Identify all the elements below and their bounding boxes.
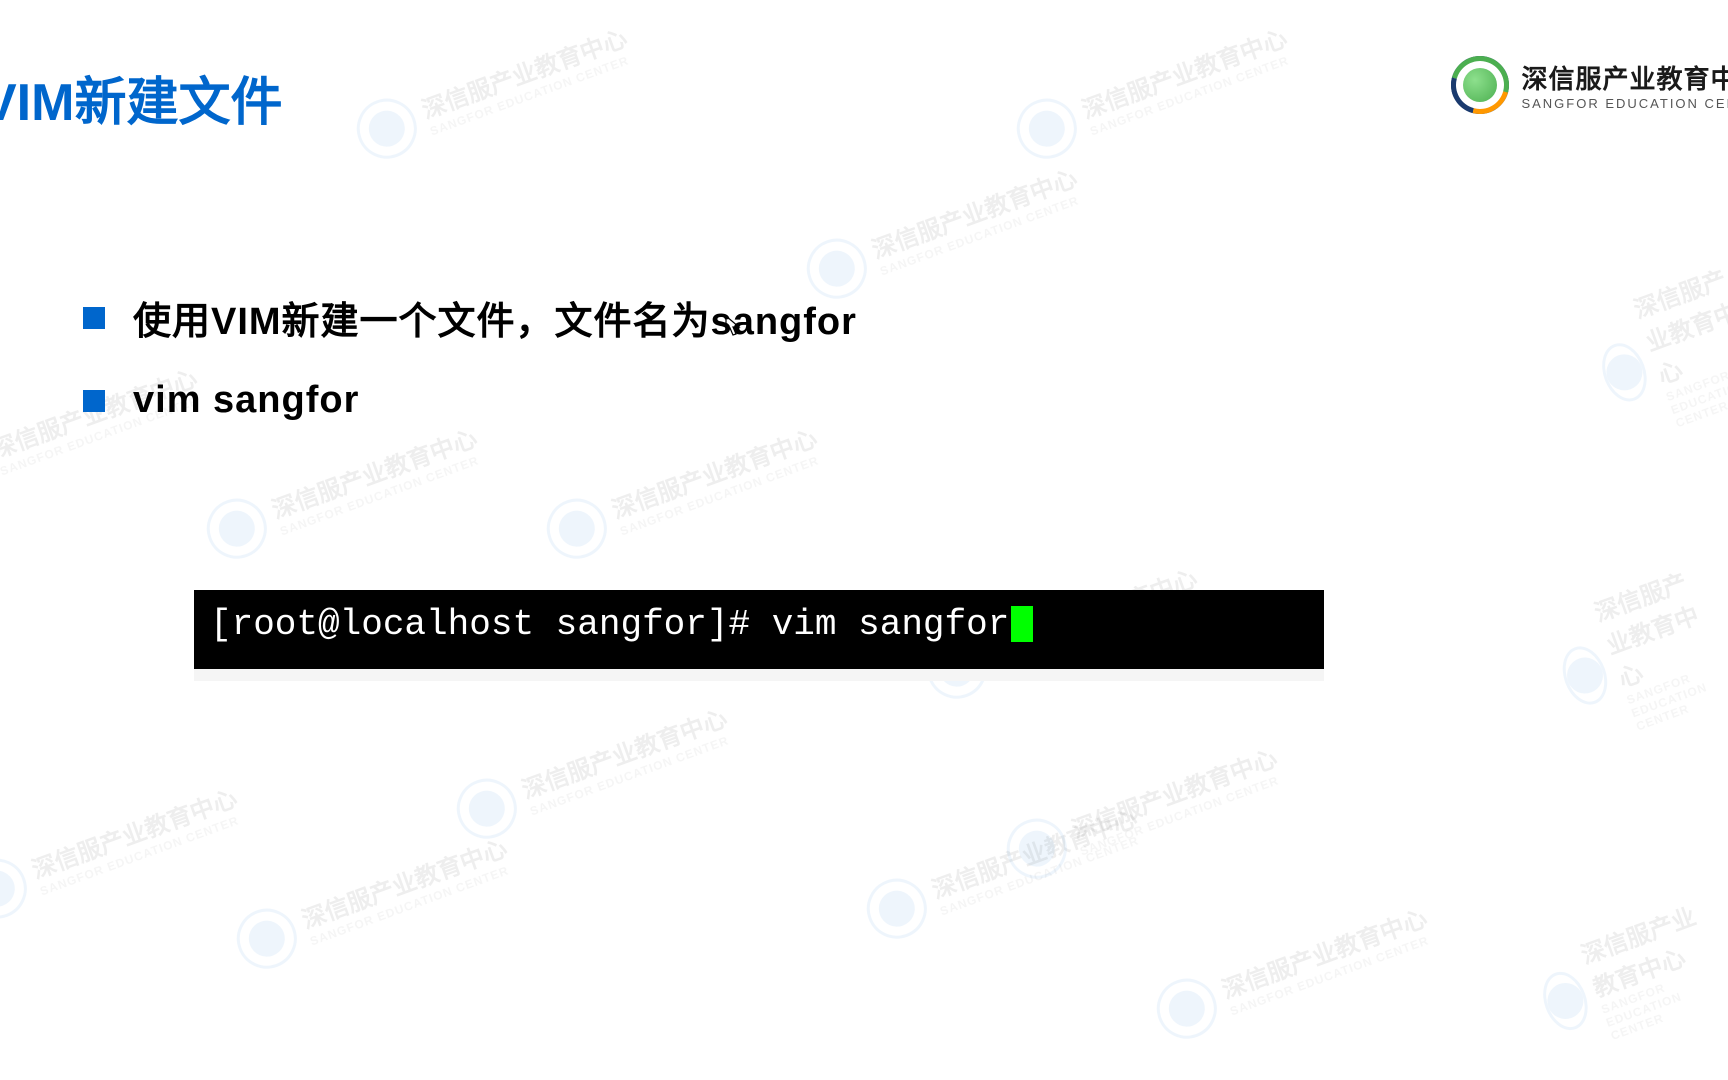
watermark: 深信服产业教育中心SANGFOR EDUCATION CENTER	[858, 793, 1147, 947]
bullet-text: vim sangfor	[133, 379, 359, 422]
watermark: 深信服产业教育中心SANGFOR EDUCATION CENTER	[448, 693, 737, 847]
terminal-block: [root@localhost sangfor]# vim sangfor	[194, 590, 1324, 681]
content-area: 使用VIM新建一个文件，文件名为sangfor vim sangfor	[83, 290, 1668, 456]
brand-subtitle: SANGFOR EDUCATION CEN	[1521, 96, 1728, 111]
terminal-command: vim sangfor	[772, 604, 1010, 645]
bullet-item: 使用VIM新建一个文件，文件名为sangfor	[83, 290, 1668, 345]
brand-title: 深信服产业教育中	[1521, 59, 1728, 96]
watermark: 深信服产业教育中心SANGFOR EDUCATION CENTER	[998, 733, 1287, 887]
watermark: 深信服产业教育中心SANGFOR EDUCATION CENTER	[228, 823, 517, 977]
watermark: 深信服产业教育中心SANGFOR EDUCATION CENTER	[1527, 891, 1728, 1061]
watermark: 深信服产业教育中心SANGFOR EDUCATION CENTER	[1008, 13, 1297, 167]
bullet-text: 使用VIM新建一个文件，文件名为sangfor	[133, 290, 857, 345]
watermark: 深信服产业教育中心SANGFOR EDUCATION CENTER	[348, 13, 637, 167]
slide-title: VIM新建文件	[0, 60, 282, 135]
brand-logo-icon	[1451, 56, 1509, 114]
terminal-prompt: [root@localhost sangfor]#	[210, 604, 772, 645]
watermark: 深信服产业教育中心SANGFOR EDUCATION CENTER	[1148, 893, 1437, 1047]
bullet-item: vim sangfor	[83, 379, 1668, 422]
bullet-icon	[83, 390, 105, 412]
terminal: [root@localhost sangfor]# vim sangfor	[194, 590, 1324, 669]
watermark: 深信服产业教育中心SANGFOR EDUCATION CENTER	[0, 773, 248, 927]
brand-logo-block: 深信服产业教育中 SANGFOR EDUCATION CEN	[1451, 56, 1728, 114]
watermark: 深信服产业教育中心SANGFOR EDUCATION CENTER	[798, 153, 1087, 307]
bullet-icon	[83, 307, 105, 329]
terminal-shadow	[194, 669, 1324, 681]
terminal-cursor-icon	[1011, 606, 1033, 642]
watermark: 深信服产业教育中心SANGFOR EDUCATION CENTER	[1540, 556, 1728, 752]
